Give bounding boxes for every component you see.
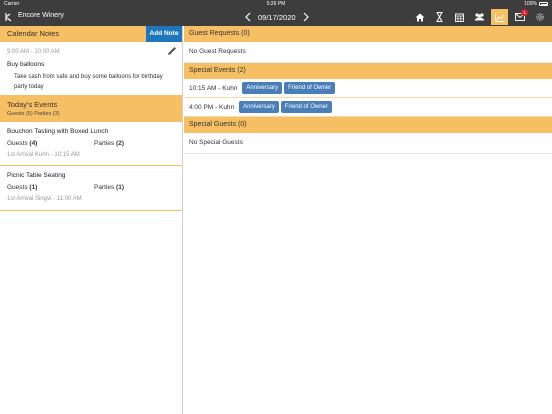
parties-label: Parties (94, 140, 115, 147)
guests-icon (474, 13, 485, 21)
note-body: Take cash from safe and buy some balloon… (14, 74, 163, 90)
event-parties: Parties (1) (94, 184, 124, 191)
messages-button[interactable]: 1 (511, 9, 528, 25)
battery-icon (539, 2, 548, 6)
home-button[interactable] (411, 9, 428, 25)
guests-count: (1) (29, 184, 38, 191)
note-title: Buy balloons (7, 61, 45, 68)
reports-button[interactable] (491, 9, 508, 25)
special-events-header: Special Events (2) (184, 63, 552, 79)
chart-icon (494, 13, 504, 22)
chevron-left-icon (245, 12, 251, 22)
special-events-title: Special Events (189, 67, 236, 74)
special-events-count: (2) (237, 67, 246, 74)
tag-anniversary: Anniversary (239, 101, 279, 113)
waitlist-button[interactable] (431, 9, 448, 25)
next-date-button[interactable] (302, 10, 310, 24)
special-guests-empty: No Special Guests (184, 133, 552, 154)
special-guests-count: (0) (238, 121, 247, 128)
event-first-arrival: 1st Arrival Singvi - 11:00 AM (7, 196, 82, 202)
event-parties: Parties (2) (94, 140, 124, 147)
todays-events-header: Today's Events Guests (5) Parties (3) (0, 96, 182, 122)
calendar-button[interactable] (451, 9, 468, 25)
nav-icon-bar: 1 (411, 9, 548, 25)
previous-date-button[interactable] (244, 10, 252, 24)
event-item[interactable]: Picnic Table Seating Guests (1) Parties … (0, 166, 182, 211)
tag-friend-of-owner: Friend of Owner (284, 82, 336, 94)
special-event-row[interactable]: 4:00 PM - Kuhn Anniversary Friend of Own… (184, 98, 552, 117)
calendar-icon (455, 13, 464, 22)
event-guests: Guests (4) (7, 140, 37, 147)
event-title: Picnic Table Seating (7, 172, 66, 179)
chevron-right-icon (303, 12, 309, 22)
guests-label: Guests (7, 184, 28, 191)
event-first-arrival: 1st Arrival Kuhn - 10:15 AM (7, 152, 80, 158)
special-guests-header: Special Guests (0) (184, 117, 552, 133)
edit-pencil-icon[interactable] (167, 46, 177, 56)
status-bar: Carrier 5:26 PM 100% (0, 0, 552, 8)
note-time: 9:00 AM - 10:00 AM (7, 49, 60, 55)
hourglass-icon (436, 12, 443, 22)
winery-logo-icon (5, 13, 12, 22)
unread-badge: 1 (521, 9, 528, 16)
add-note-button[interactable]: Add Note (146, 26, 182, 42)
app-title: Encore Winery (18, 12, 64, 19)
home-icon (415, 13, 424, 21)
event-item[interactable]: Bouchon Tasting with Boxed Lunch Guests … (0, 122, 182, 166)
guest-requests-header: Guest Requests (0) (184, 26, 552, 42)
calendar-note[interactable]: 9:00 AM - 10:00 AM Buy balloons Take cas… (0, 42, 182, 96)
todays-events-title: Today's Events (7, 100, 58, 109)
special-event-time: 4:00 PM - Kuhn (189, 103, 235, 111)
guest-requests-count: (0) (241, 30, 250, 37)
event-guests: Guests (1) (7, 184, 37, 191)
parties-count: (1) (116, 184, 124, 191)
tag-anniversary: Anniversary (242, 82, 283, 94)
clock: 5:26 PM (266, 1, 286, 7)
special-guests-title: Special Guests (189, 121, 237, 128)
nav-bar: Encore Winery 09/17/2020 1 (0, 8, 552, 26)
left-pane: Calendar Notes Add Note 9:00 AM - 10:00 … (0, 26, 183, 414)
guests-count: (4) (29, 140, 38, 147)
guests-button[interactable] (471, 9, 488, 25)
guests-label: Guests (7, 140, 28, 147)
date-navigator: 09/17/2020 (244, 10, 310, 24)
special-event-time: 10:15 AM - Kuhn (189, 84, 238, 92)
right-pane: Guest Requests (0) No Guest Requests Spe… (184, 26, 552, 414)
battery-indicator: 100% (524, 1, 548, 7)
battery-percent: 100% (524, 1, 537, 7)
todays-events-summary: Guests (5) Parties (3) (7, 111, 60, 117)
special-event-row[interactable]: 10:15 AM - Kuhn Anniversary Friend of Ow… (184, 79, 552, 98)
guest-requests-empty: No Guest Requests (184, 42, 552, 63)
event-title: Bouchon Tasting with Boxed Lunch (7, 128, 109, 135)
parties-label: Parties (94, 184, 115, 191)
tag-friend-of-owner: Friend of Owner (280, 101, 332, 113)
guest-requests-title: Guest Requests (189, 30, 240, 37)
gear-icon (535, 13, 544, 21)
calendar-notes-title: Calendar Notes (7, 29, 60, 38)
current-date[interactable]: 09/17/2020 (258, 13, 296, 22)
parties-count: (2) (116, 140, 124, 147)
calendar-notes-header: Calendar Notes Add Note (0, 26, 182, 42)
settings-button[interactable] (531, 9, 548, 25)
